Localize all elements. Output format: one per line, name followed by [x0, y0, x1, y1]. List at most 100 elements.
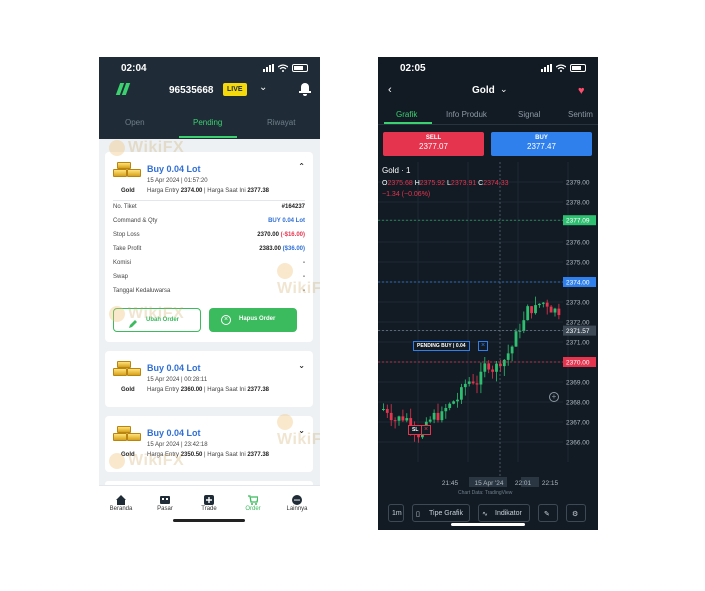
candle-body [448, 403, 452, 408]
candle-body [526, 306, 530, 321]
nav-trade[interactable]: Trade [189, 492, 229, 512]
account-chevron-down-icon[interactable]: ⌄ [259, 82, 267, 93]
candle-body [397, 416, 401, 421]
card-divider [113, 200, 305, 201]
market-icon [160, 492, 170, 504]
candle-body [506, 353, 510, 360]
symbol-chevron-down-icon[interactable]: ⌄ [500, 84, 508, 95]
cart-icon [248, 492, 259, 505]
tab-pending[interactable]: Pending [193, 118, 222, 127]
candle-icon: ▯ [416, 511, 420, 518]
price-axis-label: 2374.00 [566, 280, 590, 287]
signal-icon [541, 64, 552, 72]
account-number[interactable]: 96535668 [169, 85, 214, 96]
order-date: 15 Apr 2024 | 23:42:18 [147, 442, 208, 448]
detail-row-expiry: Tanggal Kedaluwarsa - [113, 288, 305, 294]
candle-body [444, 407, 448, 412]
wifi-icon [277, 64, 289, 72]
delete-order-label: Hapus Order [239, 316, 276, 322]
price-axis-label: 2373.00 [566, 300, 590, 307]
order-card-expanded[interactable]: Gold Buy 0.04 Lot 15 Apr 2024 | 01:57:20… [105, 152, 313, 342]
expand-chevron-down-icon[interactable]: ⌄ [298, 361, 305, 370]
favorite-heart-icon[interactable]: ♥ [578, 85, 585, 97]
interval-button[interactable]: 1m [388, 504, 404, 522]
order-card[interactable]: Gold Buy 0.04 Lot 15 Apr 2024 | 00:28:11… [105, 351, 313, 407]
candle-body [460, 387, 463, 400]
price-axis-label: 2376.00 [566, 240, 590, 247]
notification-bell-icon[interactable] [299, 82, 311, 96]
status-time: 02:05 [400, 63, 426, 74]
edit-order-button[interactable]: Ubah Order [113, 308, 201, 332]
detail-row-take-profit: Take Profit 2383.00 ($36.00) [113, 246, 305, 252]
candle-body [436, 412, 440, 421]
draw-tool-button[interactable]: ✎ [538, 504, 558, 522]
time-axis-label: 21:45 [442, 480, 459, 487]
back-arrow-icon[interactable]: ‹ [388, 84, 392, 96]
pending-buy-label[interactable]: PENDING BUY | 0.04 [413, 341, 470, 351]
candle-body [557, 308, 561, 316]
symbol-title[interactable]: Gold [472, 85, 495, 96]
price-axis-label: 2375.00 [566, 260, 590, 267]
candle-body [393, 420, 397, 422]
buy-price: 2377.47 [527, 142, 556, 151]
signal-icon [263, 64, 274, 72]
collapse-chevron-up-icon[interactable]: ⌃ [298, 162, 305, 171]
order-entry: Harga Entry 2374.00 | Harga Saat Ini 237… [147, 188, 270, 194]
tab-riwayat[interactable]: Riwayat [267, 118, 295, 127]
nav-lainnya[interactable]: Lainnya [277, 492, 317, 512]
candle-body [499, 363, 502, 367]
candle-body [471, 381, 475, 384]
tab-signal[interactable]: Signal [518, 110, 540, 119]
detail-row-swap: Swap - [113, 274, 305, 280]
nav-order[interactable]: Order [233, 492, 273, 512]
asset-label: Gold [121, 387, 135, 393]
tab-sentimen[interactable]: Sentim [568, 110, 593, 119]
edit-order-label: Ubah Order [146, 317, 180, 323]
delete-order-button[interactable]: × Hapus Order [209, 308, 297, 332]
gear-icon: ⚙ [572, 511, 579, 518]
gold-bars-icon [113, 426, 143, 442]
tab-open[interactable]: Open [125, 118, 145, 127]
price-axis-label: 2372.00 [566, 320, 590, 327]
asset-label: Gold [121, 188, 135, 194]
home-indicator [451, 523, 525, 526]
candle-body [549, 306, 553, 313]
tab-grafik[interactable]: Grafik [396, 110, 417, 119]
chart-settings-button[interactable]: ⚙ [566, 504, 586, 522]
price-axis-label: 2369.00 [566, 380, 590, 387]
expand-chevron-down-icon[interactable]: ⌄ [298, 426, 305, 435]
pending-orders-screen: 02:04 96535668 LIVE ⌄ Open Pending Riway… [99, 57, 320, 527]
buy-button[interactable]: BUY 2377.47 [491, 132, 592, 156]
chart-type-button[interactable]: ▯ Tipe Grafik [412, 504, 470, 522]
candle-body [428, 419, 432, 422]
sell-button[interactable]: SELL 2377.07 [383, 132, 484, 156]
detail-row-command: Command & Qty BUY 0.04 Lot [113, 218, 305, 224]
candle-body [530, 306, 533, 314]
pencil-icon [128, 316, 138, 328]
order-tabs: Open Pending Riwayat [99, 111, 320, 139]
add-crosshair-icon[interactable]: + [549, 392, 559, 402]
candle-body [510, 346, 514, 354]
detail-row-stop-loss: Stop Loss 2370.00 (-$16.00) [113, 232, 305, 238]
candle-body [491, 369, 494, 372]
order-card[interactable]: Gold Buy 0.04 Lot 15 Apr 2024 | 23:42:18… [105, 416, 313, 472]
home-icon [116, 492, 126, 505]
candle-body [382, 408, 385, 410]
tab-info-produk[interactable]: Info Produk [446, 110, 487, 119]
pen-icon: ✎ [544, 511, 550, 518]
asset-label: Gold [121, 452, 135, 458]
candle-body [432, 412, 436, 420]
candlestick-chart[interactable]: 2379.00 2378.00 2377.09 2376.00 2375.00 2374.… [378, 162, 598, 492]
price-chart[interactable]: 2379.00 2378.00 2377.09 2376.00 2375.00 2374.… [378, 162, 598, 492]
nav-beranda[interactable]: Beranda [101, 492, 141, 512]
order-title: Buy 0.04 Lot [147, 428, 201, 438]
price-change: −1.34 (−0.06%) [382, 191, 431, 198]
wave-icon: ∿ [482, 511, 488, 518]
order-title: Buy 0.04 Lot [147, 164, 201, 174]
chart-header: ‹ Gold ⌄ ♥ [378, 81, 598, 103]
nav-pasar[interactable]: Pasar [145, 492, 185, 512]
pending-close-icon[interactable]: × [478, 341, 488, 351]
indicator-button[interactable]: ∿ Indikator [478, 504, 530, 522]
stop-loss-close-icon[interactable]: × [421, 425, 431, 435]
home-indicator [173, 519, 245, 522]
